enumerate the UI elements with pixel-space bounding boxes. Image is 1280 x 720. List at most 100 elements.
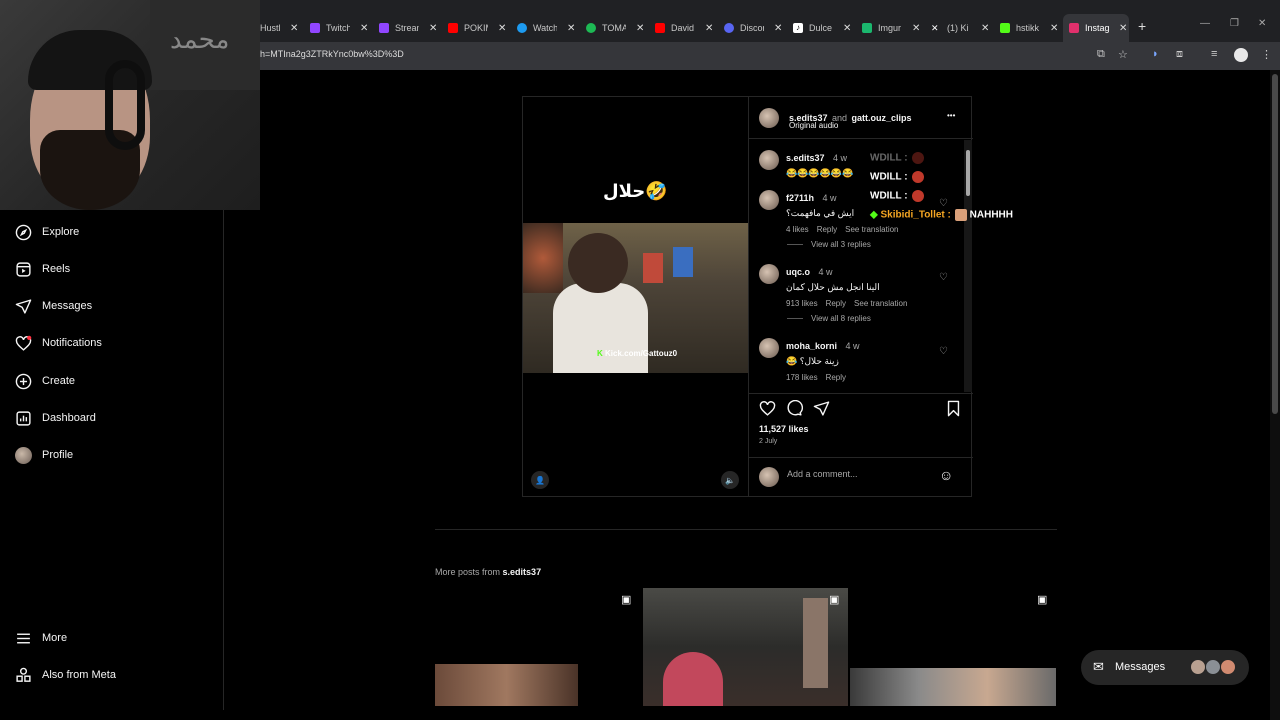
close-window-icon[interactable]: ✕ [1258, 18, 1266, 29]
see-translation-button[interactable]: See translation [854, 299, 907, 308]
like-icon[interactable] [759, 400, 776, 417]
browser-tab[interactable]: TOMAS✕ [580, 14, 644, 42]
sidebar-item-dashboard[interactable]: Dashboard [15, 406, 96, 430]
comment-username[interactable]: f2711h [786, 193, 814, 203]
post-header: s.edits37 and gatt.ouz_clips Original au… [749, 97, 973, 139]
sidebar-item-profile[interactable]: Profile [15, 443, 73, 467]
emoji-icon[interactable]: ☺ [939, 467, 953, 483]
comment-username[interactable]: s.edits37 [786, 153, 825, 163]
emote-icon [954, 209, 967, 221]
close-tab-icon[interactable]: ✕ [981, 23, 989, 34]
reply-button[interactable]: Reply [826, 299, 846, 308]
person-shirt [553, 283, 648, 373]
collaborator-username[interactable]: gatt.ouz_clips [851, 113, 911, 123]
avatar[interactable] [759, 338, 779, 358]
minimize-icon[interactable]: — [1200, 18, 1210, 29]
tagged-user-icon[interactable]: 👤 [531, 471, 549, 489]
scrollbar-thumb[interactable] [1272, 74, 1278, 414]
browser-tab[interactable]: David ✕ [649, 14, 713, 42]
comment-likes[interactable]: 4 likes [786, 225, 809, 234]
close-tab-icon[interactable]: ✕ [843, 23, 851, 34]
thumbnail-image [435, 664, 578, 706]
comment-input[interactable] [787, 469, 927, 479]
browser-tab[interactable]: ♪ Dulce ✕ [787, 14, 851, 42]
scrollbar-thumb[interactable] [966, 150, 970, 196]
like-comment-icon[interactable]: ♡ [939, 198, 948, 209]
sidebar-item-create[interactable]: Create [15, 369, 75, 393]
media-control-icon[interactable]: ≡ [1211, 48, 1217, 60]
avatar[interactable] [759, 150, 779, 170]
browser-tab[interactable]: Stream✕ [373, 14, 437, 42]
hamburger-icon [17, 633, 30, 643]
comment-likes[interactable]: 913 likes [786, 299, 818, 308]
browser-tab[interactable]: POKIMANE✕ [442, 14, 506, 42]
new-tab-button[interactable]: + [1138, 18, 1146, 34]
likes-count[interactable]: 11,527 likes [759, 424, 809, 434]
sidebar-item-explore[interactable]: Explore [15, 220, 79, 244]
audio-toggle-icon[interactable]: 🔈 [721, 471, 739, 489]
view-replies-button[interactable]: View all 3 replies [787, 240, 871, 249]
more-posts-username[interactable]: s.edits37 [503, 567, 542, 577]
browser-tab-active[interactable]: Instagram✕ [1063, 14, 1129, 42]
comment-username[interactable]: uqc.o [786, 267, 810, 277]
close-tab-icon[interactable]: ✕ [774, 23, 782, 34]
close-tab-icon[interactable]: ✕ [912, 23, 920, 34]
comment-username[interactable]: moha_korni [786, 341, 837, 351]
close-tab-icon[interactable]: ✕ [429, 23, 437, 34]
browser-tab[interactable]: Hustlers✕ [254, 14, 298, 42]
sidebar-item-also-from-meta[interactable]: Also from Meta [15, 663, 116, 687]
browser-tab[interactable]: Discord✕ [718, 14, 782, 42]
maximize-icon[interactable]: ❐ [1230, 18, 1239, 29]
avatar[interactable] [759, 190, 779, 210]
extensions-icon[interactable]: ⧈ [1176, 48, 1183, 61]
profile-avatar[interactable] [1234, 48, 1248, 62]
view-replies-button[interactable]: View all 8 replies [787, 314, 871, 323]
page-scrollbar[interactable] [1270, 70, 1280, 720]
browser-tab[interactable]: Twitch ✕ [304, 14, 368, 42]
post-thumbnail[interactable] [643, 588, 848, 706]
avatar[interactable] [759, 108, 779, 128]
close-tab-icon[interactable]: ✕ [1050, 23, 1058, 34]
comment-likes[interactable]: 178 likes [786, 373, 818, 382]
like-comment-icon[interactable]: ♡ [939, 346, 948, 357]
browser-tab[interactable]: Watch ✕ [511, 14, 575, 42]
comment-icon[interactable] [786, 400, 803, 417]
reply-button[interactable]: Reply [817, 225, 837, 234]
audio-label[interactable]: Original audio [789, 121, 838, 130]
post-thumbnail[interactable] [435, 588, 641, 706]
comment-time: 4 w [832, 153, 847, 163]
browser-tab[interactable]: ✕ (1) Ki ✕ [925, 14, 989, 42]
post-media[interactable]: حلال🤣 K Kick.com/Gattouz0 👤 🔈 [523, 97, 748, 496]
sidebar-item-more[interactable]: More [15, 626, 67, 650]
heart-icon [15, 335, 32, 351]
video-frame[interactable]: K Kick.com/Gattouz0 [523, 223, 748, 373]
post-thumbnail[interactable] [850, 588, 1056, 706]
sidebar-item-messages[interactable]: Messages [15, 294, 92, 318]
close-tab-icon[interactable]: ✕ [567, 23, 575, 34]
reel-icon: ▣ [829, 594, 840, 606]
sidebar-item-reels[interactable]: Reels [15, 257, 70, 281]
share-icon[interactable] [813, 400, 830, 417]
close-tab-icon[interactable]: ✕ [360, 23, 368, 34]
save-bookmark-icon[interactable] [946, 400, 961, 417]
install-app-icon[interactable]: ⧉ [1097, 48, 1105, 61]
close-tab-icon[interactable]: ✕ [1119, 23, 1127, 34]
url-field[interactable]: h=MTIna2g3ZTRkYnc0bw%3D%3D [260, 49, 404, 59]
sidebar-item-notifications[interactable]: Notifications [15, 331, 102, 355]
messages-floating-button[interactable]: ✉ Messages [1081, 650, 1249, 685]
close-tab-icon[interactable]: ✕ [290, 23, 298, 34]
close-tab-icon[interactable]: ✕ [498, 23, 506, 34]
avatar[interactable] [759, 264, 779, 284]
reply-button[interactable]: Reply [826, 373, 846, 382]
browser-menu-icon[interactable]: ⋮ [1261, 48, 1272, 61]
bookmark-star-icon[interactable]: ☆ [1118, 48, 1128, 61]
close-tab-icon[interactable]: ✕ [636, 23, 644, 34]
browser-tab[interactable]: Imgur ✕ [856, 14, 920, 42]
like-comment-icon[interactable]: ♡ [939, 272, 948, 283]
close-tab-icon[interactable]: ✕ [705, 23, 713, 34]
more-options-icon[interactable]: ••• [947, 111, 955, 120]
see-translation-button[interactable]: See translation [845, 225, 898, 234]
read-aloud-icon[interactable]: ◗ [1152, 48, 1159, 60]
browser-tab[interactable]: hstikk ✕ [994, 14, 1058, 42]
comments-scrollbar[interactable] [964, 140, 972, 392]
